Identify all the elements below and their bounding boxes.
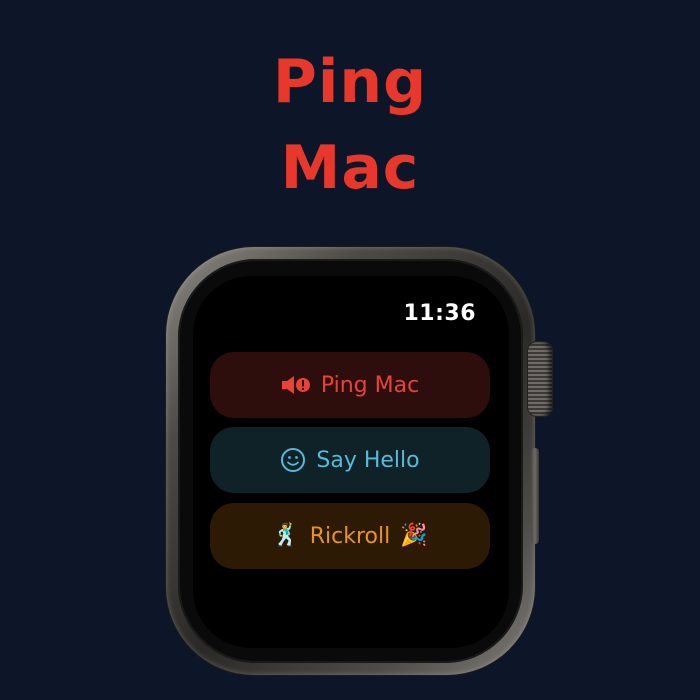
say-hello-button[interactable]: Say Hello bbox=[210, 427, 490, 493]
headline-line-1: Ping bbox=[272, 47, 428, 117]
digital-crown[interactable] bbox=[528, 342, 552, 416]
status-time: 11:36 bbox=[403, 301, 476, 326]
ping-mac-label: Ping Mac bbox=[320, 372, 420, 398]
say-hello-label: Say Hello bbox=[316, 447, 420, 473]
party-popper-icon: 🎉 bbox=[400, 523, 428, 548]
side-button[interactable] bbox=[531, 448, 539, 544]
rickroll-button[interactable]: 🕺 Rickroll 🎉 bbox=[210, 503, 490, 569]
rickroll-label: Rickroll bbox=[309, 523, 391, 549]
speaker-alert-icon bbox=[281, 374, 311, 396]
dancer-icon: 🕺 bbox=[272, 523, 300, 548]
watch-screen: 11:36 Ping Mac Say Hello 🕺 Rickroll 🎉 bbox=[193, 276, 509, 648]
headline-line-2: Mac bbox=[280, 133, 420, 203]
smiley-icon bbox=[280, 447, 306, 473]
ping-mac-button[interactable]: Ping Mac bbox=[210, 352, 490, 418]
